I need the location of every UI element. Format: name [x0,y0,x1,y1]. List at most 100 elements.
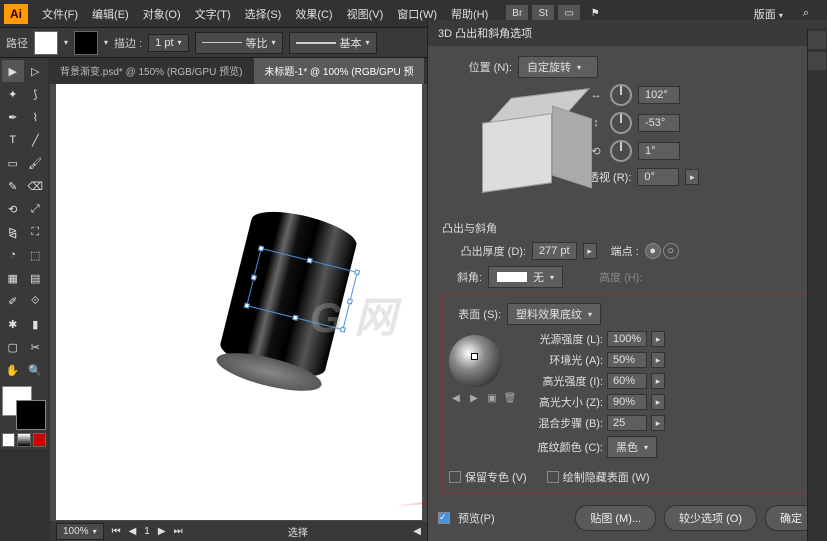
fewer-options-button[interactable]: 较少选项 (O) [664,505,757,531]
stroke-dropdown-icon[interactable]: ▾ [104,38,108,47]
scale-tool[interactable]: ⤢ [25,198,47,220]
draw-normal[interactable] [2,433,15,447]
nav-prev-icon[interactable]: ◀ [129,526,137,537]
scroll-left-icon[interactable]: ◀ [413,526,421,537]
nav-last-icon[interactable]: ⏭ [174,526,183,537]
width-tool[interactable]: ⧎ [2,221,24,243]
slice-tool[interactable]: ✂ [25,336,47,358]
highlight-intensity-field[interactable]: 60% [607,373,647,389]
color-swatches[interactable] [2,386,46,430]
paintbrush-tool[interactable]: 🖌 [25,152,47,174]
artboard-tool[interactable]: ▢ [2,336,24,358]
blend-tool[interactable]: ⟐ [25,290,47,312]
eraser-tool[interactable]: ⌫ [25,175,47,197]
ambient-field[interactable]: 50% [607,352,647,368]
draw-none[interactable] [33,433,46,447]
menu-effect[interactable]: 效果(C) [289,2,338,26]
x-rotation-dial[interactable] [610,84,632,106]
y-rotation-dial[interactable] [610,112,632,134]
tab-document-0[interactable]: 背景渐变.psd* @ 150% (RGB/GPU 预览) [50,58,252,84]
lasso-tool[interactable]: ⟆ [25,83,47,105]
fill-dropdown-icon[interactable]: ▾ [64,38,68,47]
right-panel-dock[interactable] [807,28,827,541]
x-rotation-field[interactable]: 102° [638,86,680,104]
y-rotation-field[interactable]: -53° [638,114,680,132]
nav-next-icon[interactable]: ▶ [158,526,166,537]
blend-steps-stepper[interactable]: ▸ [651,415,665,431]
perspective-field[interactable]: 0° [637,168,679,186]
profile-combo[interactable]: 等比▾ [195,32,283,54]
selection-tool[interactable]: ▶ [2,60,24,82]
menu-select[interactable]: 选择(S) [239,2,288,26]
direct-selection-tool[interactable]: ▷ [25,60,47,82]
preview-checkbox[interactable] [438,512,450,524]
light-front-icon[interactable]: ▶ [467,391,481,405]
free-transform-tool[interactable]: ⛶ [25,221,47,243]
menu-type[interactable]: 文字(T) [189,2,237,26]
z-rotation-dial[interactable] [610,140,632,162]
highlight-intensity-stepper[interactable]: ▸ [651,373,665,389]
shaper-tool[interactable]: ✎ [2,175,24,197]
background-swatch[interactable] [16,400,46,430]
bevel-combo[interactable]: 无▾ [488,266,563,288]
menu-view[interactable]: 视图(V) [341,2,390,26]
type-tool[interactable]: T [2,129,24,151]
shape-builder-tool[interactable]: ◔ [2,244,24,266]
panel-icon-2[interactable] [808,52,826,70]
zoom-tool[interactable]: 🔍 [25,359,47,381]
draw-hidden-checkbox[interactable] [547,471,559,483]
column-graph-tool[interactable]: ▮ [25,313,47,335]
rectangle-tool[interactable]: ▭ [2,152,24,174]
light-back-icon[interactable]: ◀ [449,391,463,405]
mesh-tool[interactable]: ▦ [2,267,24,289]
highlight-size-field[interactable]: 90% [607,394,647,410]
cap-off-button[interactable]: ○ [663,243,679,259]
menu-object[interactable]: 对象(O) [137,2,187,26]
position-combo[interactable]: 自定旋转▾ [518,56,598,78]
nav-page[interactable]: 1 [144,526,150,537]
depth-stepper[interactable]: ▸ [583,243,597,259]
blend-steps-label: 混合步骤 (B): [525,415,603,431]
artboard[interactable] [56,84,422,520]
z-rotation-field[interactable]: 1° [638,142,680,160]
curvature-tool[interactable]: ⌇ [25,106,47,128]
perspective-tool[interactable]: ⬚ [25,244,47,266]
gradient-tool[interactable]: ▤ [25,267,47,289]
map-art-button[interactable]: 贴图 (M)... [575,505,656,531]
brush-combo[interactable]: 基本▾ [289,32,377,54]
menu-edit[interactable]: 编辑(E) [86,2,135,26]
light-intensity-field[interactable]: 100% [607,331,647,347]
menu-file[interactable]: 文件(F) [36,2,84,26]
surface-combo[interactable]: 塑料效果底纹▾ [507,303,601,325]
tab-document-1[interactable]: 未标题-1* @ 100% (RGB/GPU 预 [254,58,423,84]
blend-steps-field[interactable]: 25 [607,415,647,431]
symbol-sprayer-tool[interactable]: ✱ [2,313,24,335]
magic-wand-tool[interactable]: ✦ [2,83,24,105]
light-intensity-stepper[interactable]: ▸ [651,331,665,347]
shading-color-combo[interactable]: 黑色▾ [607,436,657,458]
light-sphere-preview[interactable] [449,335,501,387]
fill-swatch[interactable] [34,31,58,55]
highlight-size-stepper[interactable]: ▸ [651,394,665,410]
rotation-cube-preview[interactable] [462,88,582,208]
nav-first-icon[interactable]: ⏮ [112,526,121,537]
stroke-swatch[interactable] [74,31,98,55]
app-logo: Ai [4,4,28,24]
stroke-weight-field[interactable]: 1 pt▾ [148,34,188,52]
draw-gradient[interactable] [17,433,30,447]
ambient-stepper[interactable]: ▸ [651,352,665,368]
eyedropper-tool[interactable]: ✐ [2,290,24,312]
depth-field[interactable]: 277 pt [532,242,577,260]
preserve-spot-checkbox[interactable] [449,471,461,483]
rotate-tool[interactable]: ⟲ [2,198,24,220]
cap-label: 端点 : [611,243,639,259]
pen-tool[interactable]: ✒ [2,106,24,128]
line-tool[interactable]: ╱ [25,129,47,151]
hand-tool[interactable]: ✋ [2,359,24,381]
perspective-stepper[interactable]: ▸ [685,169,699,185]
delete-light-icon[interactable]: 🗑 [503,391,517,405]
panel-icon-1[interactable] [808,31,826,49]
new-light-icon[interactable]: ▣ [485,391,499,405]
zoom-combo[interactable]: 100%▾ [56,523,104,540]
cap-on-button[interactable]: ● [645,243,661,259]
